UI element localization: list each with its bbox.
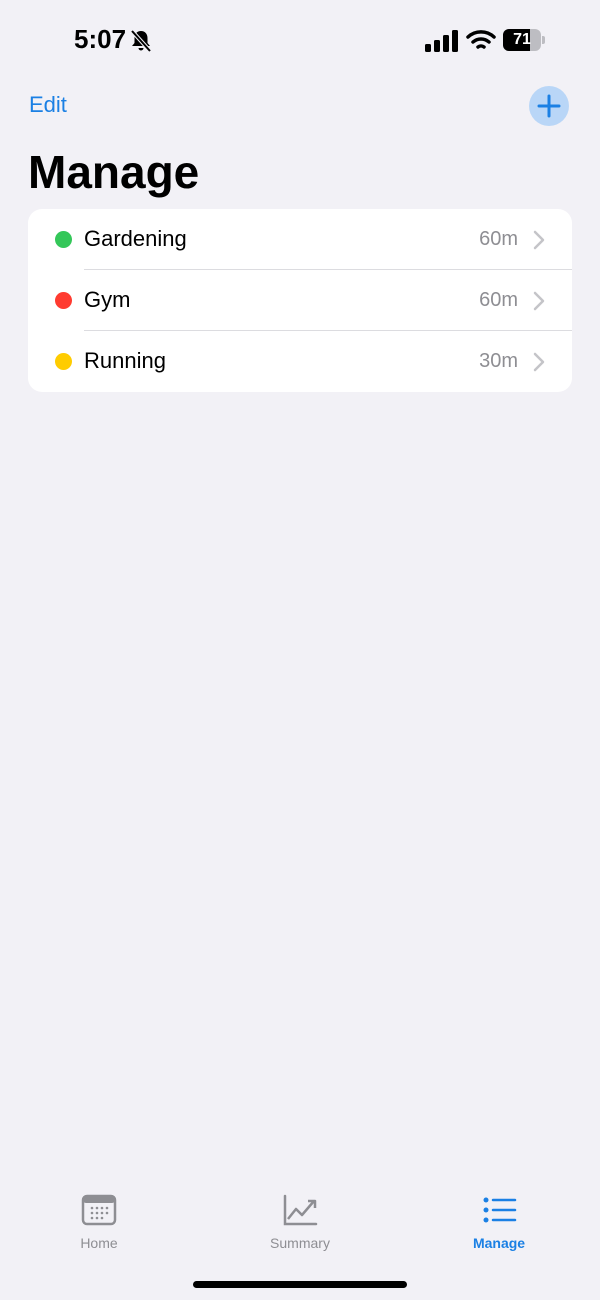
list-item-running[interactable]: Running 30m (28, 331, 572, 392)
tab-home[interactable]: Home (29, 1185, 169, 1265)
calendar-icon (81, 1194, 117, 1226)
chevron-right-icon (533, 230, 545, 250)
item-duration: 60m (479, 289, 518, 311)
home-indicator[interactable] (193, 1281, 407, 1288)
color-dot (55, 292, 72, 309)
tab-label: Home (80, 1235, 118, 1251)
edit-button[interactable]: Edit (29, 92, 67, 118)
wifi-icon (466, 30, 496, 49)
silent-bell-icon (130, 29, 152, 53)
tab-bar: Home Summary Manage (0, 1185, 600, 1265)
status-bar: 5:07 71 (0, 0, 600, 80)
item-duration: 60m (479, 228, 518, 250)
list-item-gym[interactable]: Gym 60m (28, 270, 572, 331)
tab-summary[interactable]: Summary (230, 1185, 370, 1265)
activity-list: Gardening 60m Gym 60m Running 30m (28, 209, 572, 392)
color-dot (55, 353, 72, 370)
tab-label: Manage (472, 1235, 526, 1251)
tab-manage[interactable]: Manage (429, 1185, 569, 1265)
page-title: Manage (28, 146, 200, 198)
chevron-right-icon (533, 352, 545, 372)
list-icon (483, 1197, 517, 1223)
plus-icon (537, 94, 561, 118)
item-label: Gardening (84, 226, 187, 251)
item-label: Gym (84, 287, 131, 312)
battery-icon: 71 (503, 29, 545, 51)
battery-level: 71 (513, 31, 531, 48)
status-time: 5:07 (74, 24, 127, 54)
chevron-right-icon (533, 291, 545, 311)
list-item-gardening[interactable]: Gardening 60m (28, 209, 572, 270)
color-dot (55, 231, 72, 248)
tab-label: Summary (270, 1235, 330, 1251)
signal-icon (425, 30, 458, 52)
item-label: Running (84, 348, 166, 373)
item-duration: 30m (479, 350, 518, 372)
chart-icon (283, 1194, 318, 1226)
add-button[interactable] (529, 86, 569, 126)
